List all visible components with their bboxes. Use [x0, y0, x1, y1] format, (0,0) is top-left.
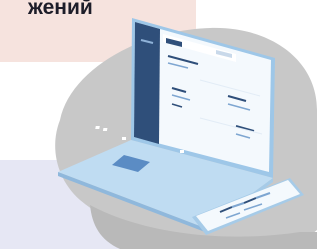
promo-banner: жений — [0, 0, 317, 249]
laptop-phone-illustration — [55, 18, 317, 249]
screen-sidebar — [134, 22, 160, 144]
